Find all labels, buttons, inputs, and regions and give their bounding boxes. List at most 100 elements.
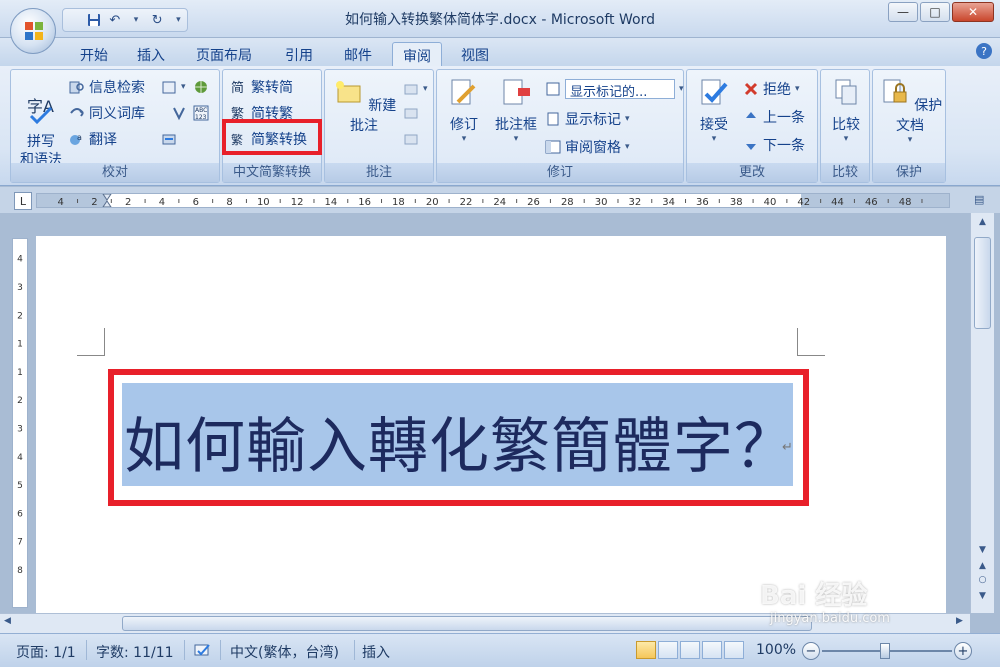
spelling-grammar-button[interactable]: 字A 拼写 和语法 (15, 76, 67, 169)
proofing-option-button[interactable] (161, 128, 177, 150)
tab-review[interactable]: 审阅 (392, 42, 442, 66)
vertical-ruler[interactable]: 4 3 2 1 1 2 3 4 5 6 7 8 (12, 238, 28, 608)
thesaurus-button[interactable]: 同义词库 (69, 102, 145, 124)
maximize-button[interactable]: □ (920, 2, 950, 22)
previous-comment-button[interactable] (403, 102, 419, 124)
accept-dropdown-icon[interactable]: ▾ (693, 134, 735, 144)
scroll-down-icon[interactable]: ▼ (974, 545, 991, 559)
track-changes-dropdown-icon[interactable]: ▾ (443, 134, 485, 144)
proofing-status-icon[interactable] (194, 642, 212, 662)
language-button[interactable] (193, 76, 209, 98)
ruler-ticks: 4 2 2 4 6 8 10 12 14 16 18 20 22 24 26 28 30 32 34 36 38 40 42… (57, 194, 923, 207)
status-page[interactable]: 页面: 1/1 (16, 642, 76, 662)
full-screen-reading-view-icon[interactable] (658, 641, 678, 659)
outline-view-icon[interactable] (702, 641, 722, 659)
vertical-ruler-number: 5 (17, 481, 23, 491)
accept-icon (701, 79, 728, 105)
new-comment-button[interactable]: 新建批注 (329, 76, 399, 135)
scroll-up-icon[interactable]: ▲ (974, 217, 991, 231)
ruler-number: 34 (662, 197, 675, 207)
horizontal-ruler-row: L 4 2 2 4 6 8 10 12 14 16 18 20 22 24 26 28 30 32 34 36 38 40… (0, 187, 1000, 213)
vertical-scrollbar[interactable]: ▲ ▼ ▲ ○ ▼ (970, 213, 994, 613)
translate-button[interactable]: a 翻译 (69, 128, 117, 150)
next-page-icon[interactable]: ▼ (974, 591, 991, 605)
set-language-button[interactable] (171, 102, 187, 124)
word-count-stats-button[interactable]: ABC 123 (193, 102, 209, 124)
tab-view[interactable]: 视图 (451, 42, 499, 66)
display-for-review-control[interactable]: 显示标记的... ▾ (545, 78, 684, 100)
office-button[interactable] (10, 8, 56, 54)
research-button[interactable]: 信息检索 (69, 76, 145, 98)
next-change-button[interactable]: 下一条 (743, 134, 805, 156)
reject-button[interactable]: 拒绝 ▾ (743, 78, 800, 100)
ruler-number: 42 (797, 197, 810, 207)
compare-dropdown-icon[interactable]: ▾ (825, 134, 867, 144)
web-layout-view-icon[interactable] (680, 641, 700, 659)
help-icon[interactable]: ? (976, 43, 992, 59)
crop-mark-right (797, 328, 825, 356)
delete-comment-button[interactable]: ▾ (403, 78, 428, 100)
thesaurus-icon (69, 105, 85, 121)
horizontal-ruler[interactable]: 4 2 2 4 6 8 10 12 14 16 18 20 22 24 26 28 30 32 34 36 38 40 42… (36, 193, 950, 208)
next-change-icon (743, 137, 759, 153)
status-language[interactable]: 中文(繁体，台湾) (230, 642, 339, 662)
status-word-count[interactable]: 字数: 11/11 (96, 642, 174, 662)
tab-page-layout[interactable]: 页面布局 (186, 42, 262, 66)
lock-icon (883, 79, 907, 103)
track-changes-button[interactable]: 修订 ▾ (443, 76, 485, 144)
group-changes: 接受 ▾ 拒绝 ▾ 上一条 下一条 更改 (686, 69, 818, 183)
horizontal-scroll-thumb[interactable] (122, 616, 812, 631)
ruler-number: 14 (324, 197, 337, 207)
draft-view-icon[interactable] (724, 641, 744, 659)
show-markup-button[interactable]: 显示标记 ▾ (545, 108, 630, 130)
ruler-number: 44 (831, 197, 844, 207)
word-count-button[interactable]: ▾ (161, 76, 186, 98)
traditional-to-simplified-button[interactable]: 简 繁转简 (231, 76, 293, 98)
new-comment-icon (335, 81, 361, 103)
previous-change-button[interactable]: 上一条 (743, 106, 805, 128)
view-ruler-icon[interactable]: ▤ (974, 193, 992, 209)
zoom-in-icon[interactable]: + (954, 642, 972, 660)
tab-mailings[interactable]: 邮件 (334, 42, 382, 66)
select-browse-object-icon[interactable]: ○ (974, 575, 991, 589)
indent-marker[interactable] (102, 194, 112, 207)
display-dropdown-arrow-icon[interactable]: ▾ (679, 84, 684, 94)
display-for-review-dropdown[interactable]: 显示标记的... (565, 79, 675, 100)
vertical-ruler-number: 4 (17, 453, 23, 463)
scroll-left-icon[interactable]: ◀ (4, 616, 11, 626)
delete-comment-dropdown-icon[interactable]: ▾ (423, 84, 428, 94)
previous-page-icon[interactable]: ▲ (974, 561, 991, 575)
balloons-dropdown-icon[interactable]: ▾ (491, 134, 541, 144)
scroll-right-icon[interactable]: ▶ (956, 616, 963, 626)
tab-home[interactable]: 开始 (70, 42, 118, 66)
compare-button[interactable]: 比较 ▾ (825, 76, 867, 144)
vertical-scroll-thumb[interactable] (974, 237, 991, 329)
minimize-button[interactable]: — (888, 2, 918, 22)
tab-insert[interactable]: 插入 (127, 42, 175, 66)
status-insert-mode[interactable]: 插入 (362, 642, 390, 662)
zoom-level[interactable]: 100% (756, 642, 796, 658)
protect-dropdown-icon[interactable]: ▾ (875, 135, 945, 145)
ruler-number: 2 (91, 197, 97, 207)
zoom-out-icon[interactable]: − (802, 642, 820, 660)
balloons-button[interactable]: 批注框 ▾ (491, 76, 541, 144)
close-button[interactable]: ✕ (952, 2, 994, 22)
protect-document-button[interactable]: 保护文档 ▾ (875, 76, 945, 145)
accept-button[interactable]: 接受 ▾ (693, 76, 735, 144)
ruler-number: 2 (125, 197, 131, 207)
print-layout-view-icon[interactable] (636, 641, 656, 659)
reviewing-pane-button[interactable]: 审阅窗格 ▾ (545, 136, 630, 158)
tab-selector[interactable]: L (14, 192, 32, 210)
tab-references[interactable]: 引用 (275, 42, 323, 66)
ruler-number: 8 (226, 197, 232, 207)
ruler-number: 4 (159, 197, 165, 207)
word-count-dropdown-icon[interactable]: ▾ (181, 82, 186, 92)
reject-icon (743, 81, 759, 97)
reviewing-pane-dropdown-icon[interactable]: ▾ (625, 142, 630, 152)
show-markup-dropdown-icon[interactable]: ▾ (625, 114, 630, 124)
zoom-slider-thumb[interactable] (880, 643, 890, 659)
research-icon (69, 79, 85, 95)
next-comment-button[interactable] (403, 128, 419, 150)
reject-dropdown-icon[interactable]: ▾ (795, 84, 800, 94)
svg-text:字A: 字A (27, 97, 54, 116)
